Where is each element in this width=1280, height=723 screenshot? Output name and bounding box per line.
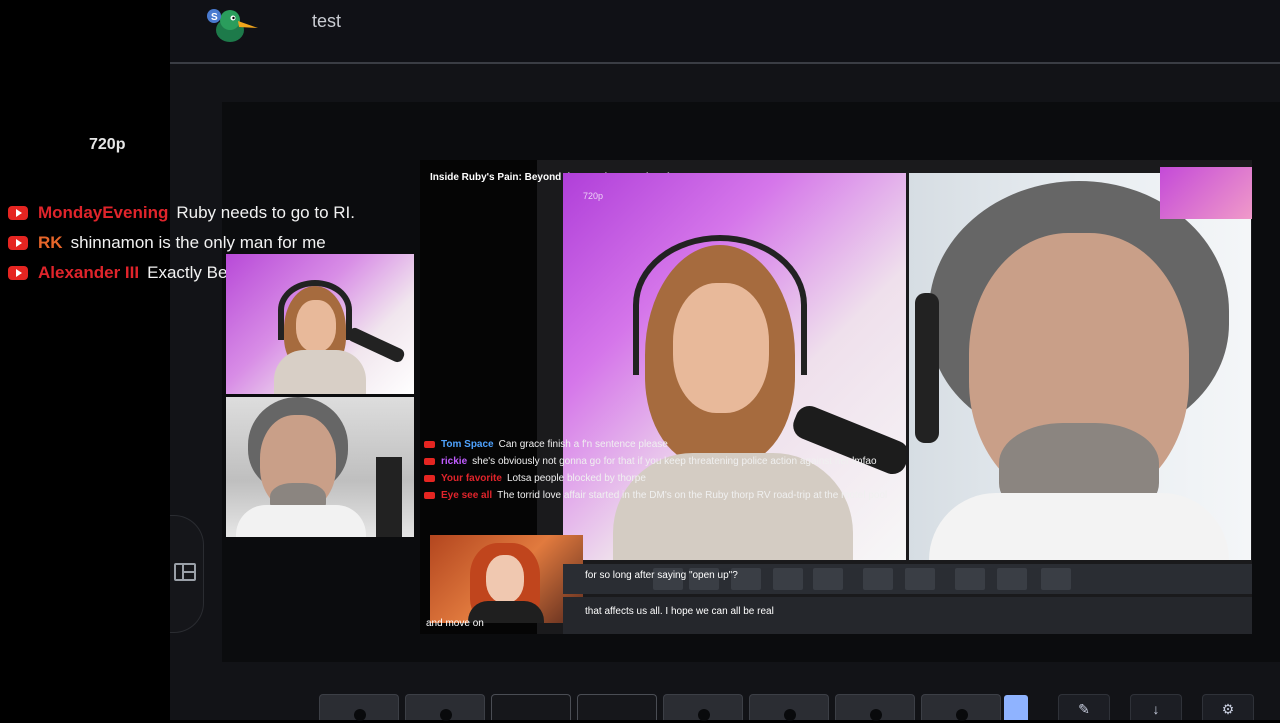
svg-text:S: S (211, 12, 218, 23)
person-face (486, 555, 524, 603)
broadcast-preview: Inside Ruby's Pain: Beyond the Words "He… (420, 160, 1252, 634)
person-shirt (929, 493, 1229, 560)
camera-thumbnail-guest-2[interactable] (226, 397, 414, 537)
preview-chat-message: Eye see all The torrid love affair starte… (424, 487, 894, 504)
person-icon (354, 709, 366, 721)
preview-tool (863, 568, 893, 590)
chat-author: Your favorite (441, 473, 502, 484)
chat-author: Alexander III (38, 263, 140, 282)
preview-tool (1041, 568, 1071, 590)
chat-text: Lotsa people blocked by thorpe (506, 473, 646, 484)
layout-button-empty[interactable] (491, 694, 571, 720)
chat-text: Can grace finish a f'n sentence please (498, 439, 668, 450)
youtube-icon (424, 440, 435, 448)
preview-tool (773, 568, 803, 590)
preview-chat-message: Your favorite Lotsa people blocked by tho… (424, 470, 894, 487)
preview-chat-overlay: Tom Space Can grace finish a f'n sentence… (424, 436, 894, 504)
preview-tool (955, 568, 985, 590)
app-title: test (312, 11, 342, 31)
duck-logo-icon[interactable]: S (206, 4, 262, 46)
chat-author: RK (38, 233, 63, 252)
person-icon (870, 709, 882, 721)
download-icon[interactable]: ↓ (1130, 694, 1182, 720)
person-icon (440, 709, 452, 721)
chat-message: MondayEvening Ruby needs to go to RI. (8, 198, 428, 228)
youtube-icon (8, 266, 28, 280)
chat-author: rickie (441, 456, 468, 467)
chat-author: Tom Space (441, 439, 494, 450)
preview-chat-message: Tom Space Can grace finish a f'n sentence… (424, 436, 894, 453)
chat-author: MondayEvening (38, 203, 169, 222)
preview-tool (905, 568, 935, 590)
chat-text: she's obviously not gonna go for that if… (472, 456, 877, 467)
layout-icon[interactable] (174, 563, 196, 581)
headset-earcup (915, 293, 939, 443)
chat-text: The torrid love affair started in the DM… (497, 490, 888, 501)
preview-camera-guest-3 (430, 535, 583, 623)
headset (633, 235, 807, 375)
layout-button-empty[interactable] (577, 694, 657, 720)
layout-button-solo[interactable] (319, 694, 399, 721)
preview-tool (813, 568, 843, 590)
person-icon (698, 709, 710, 721)
preview-chat-message: rickie she's obviously not gonna go for t… (424, 453, 894, 470)
top-bar: S test (170, 0, 1280, 64)
pencil-icon[interactable]: ✎ (1058, 694, 1110, 720)
layout-button-cinema[interactable] (921, 694, 1001, 721)
preview-bottom-text: and move on (426, 618, 484, 629)
preview-resolution-label: 720p (583, 191, 604, 201)
preview-camera-guest-2 (909, 173, 1251, 560)
resolution-label: 720p (89, 136, 126, 153)
layout-button-pip[interactable] (663, 694, 743, 721)
left-chat-panel (0, 0, 170, 720)
person-shoulders (274, 350, 366, 394)
headset (278, 280, 352, 340)
chair (376, 457, 402, 537)
youtube-icon (424, 474, 435, 482)
preview-tool (997, 568, 1027, 590)
chat-text: shinnamon is the only man for me (70, 233, 326, 252)
gear-icon[interactable]: ⚙ (1202, 694, 1254, 720)
layout-button-split[interactable] (749, 694, 829, 721)
youtube-icon (8, 206, 28, 220)
youtube-icon (424, 491, 435, 499)
person-icon (784, 709, 796, 721)
preview-overlay-text: for so long after saying "open up"? (585, 570, 738, 581)
preview-overlay-text: that affects us all. I hope we can all b… (585, 606, 774, 617)
preview-small-camera (1160, 167, 1252, 219)
chat-text: Exactly Ben (147, 263, 237, 282)
person-shirt (236, 505, 366, 537)
chat-author: Eye see all (441, 490, 493, 501)
person-icon (956, 709, 968, 721)
layout-selected-indicator[interactable] (1004, 695, 1028, 720)
layout-button-group[interactable] (835, 694, 915, 721)
layout-bar (170, 692, 1280, 721)
layout-button-solo-alt[interactable] (405, 694, 485, 721)
youtube-icon (424, 457, 435, 465)
camera-thumbnail-guest-1[interactable] (226, 254, 414, 394)
youtube-icon (8, 236, 28, 250)
chat-text: Ruby needs to go to RI. (176, 203, 355, 222)
